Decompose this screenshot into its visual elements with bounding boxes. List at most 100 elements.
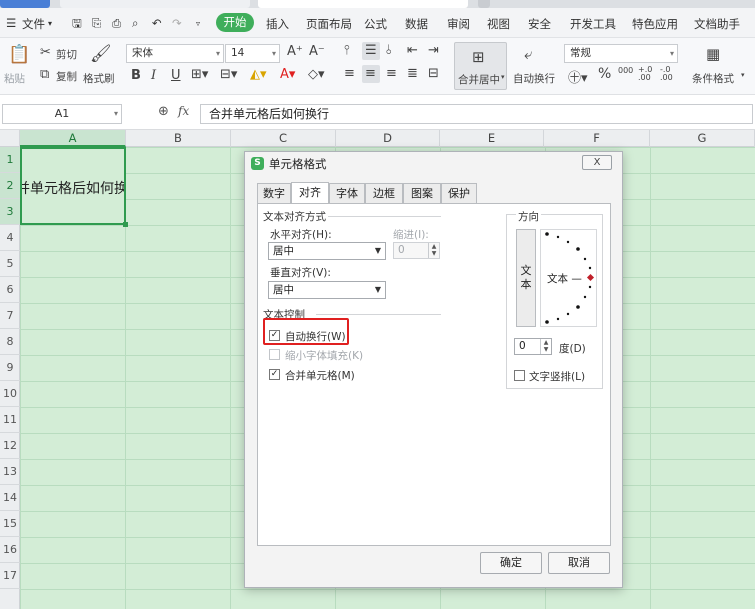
- merge-cells-label[interactable]: 合并单元格(M): [285, 368, 355, 383]
- tab-font[interactable]: 字体: [329, 183, 365, 203]
- quick-access-dropdown-icon[interactable]: ▿: [196, 19, 200, 28]
- column-header-a[interactable]: A: [20, 130, 126, 147]
- menu-page-layout[interactable]: 页面布局: [306, 16, 352, 32]
- column-header-c[interactable]: C: [231, 130, 336, 147]
- column-header-b[interactable]: B: [126, 130, 231, 147]
- window-tab-home[interactable]: [0, 0, 50, 8]
- underline-icon[interactable]: U: [171, 68, 181, 83]
- menu-data[interactable]: 数据: [405, 16, 428, 32]
- spinner-arrows-icon[interactable]: ▲ ▼: [540, 339, 551, 354]
- font-color-icon[interactable]: A▾: [280, 67, 295, 82]
- selected-merged-cell-a1[interactable]: 并单元格后如何换: [20, 147, 126, 225]
- tab-border[interactable]: 边框: [365, 183, 403, 203]
- tab-number[interactable]: 数字: [257, 183, 291, 203]
- menu-security[interactable]: 安全: [528, 16, 551, 32]
- row-header[interactable]: 15: [0, 511, 20, 537]
- conditional-format-button[interactable]: 条件格式: [692, 71, 734, 86]
- row-header[interactable]: 11: [0, 407, 20, 433]
- bold-icon[interactable]: B: [131, 68, 141, 83]
- menu-start[interactable]: 开始: [216, 13, 254, 32]
- menu-file[interactable]: 文件: [22, 16, 45, 32]
- column-header-e[interactable]: E: [440, 130, 544, 147]
- fill-color-icon[interactable]: ◭▾: [250, 67, 267, 82]
- row-header[interactable]: 17: [0, 563, 20, 589]
- row-header[interactable]: 13: [0, 459, 20, 485]
- column-header-g[interactable]: G: [650, 130, 755, 147]
- degrees-spinner[interactable]: 0 ▲ ▼: [514, 338, 552, 355]
- row-header[interactable]: 1: [0, 147, 20, 173]
- fx-icon[interactable]: fx: [178, 104, 189, 118]
- row-header[interactable]: 12: [0, 433, 20, 459]
- vertical-align-select[interactable]: 居中 ▼: [268, 281, 386, 299]
- print-preview-icon[interactable]: ⌕: [132, 16, 138, 31]
- conditional-format-icon[interactable]: ▦: [706, 45, 720, 63]
- increase-font-icon[interactable]: A⁺: [287, 44, 303, 59]
- scissors-icon[interactable]: ✂: [40, 45, 51, 60]
- merge-center-button[interactable]: ⊞ 合并居中 ▾: [454, 42, 507, 90]
- undo-icon[interactable]: ↶: [152, 16, 162, 30]
- menu-doc-assistant[interactable]: 文档助手: [694, 16, 740, 32]
- format-painter-button[interactable]: 格式刷: [83, 71, 115, 86]
- font-size-select[interactable]: 14 ▾: [225, 44, 280, 63]
- formula-input[interactable]: 合并单元格后如何换行: [200, 104, 753, 124]
- vertical-stack-label[interactable]: 文字竖排(L): [529, 369, 585, 384]
- dialog-close-button[interactable]: X: [582, 155, 612, 170]
- fill-handle[interactable]: [123, 222, 128, 227]
- align-middle-icon[interactable]: ☰: [365, 43, 377, 58]
- distributed-icon[interactable]: ⊟: [428, 66, 439, 81]
- print-icon[interactable]: ⎙: [112, 16, 121, 31]
- number-format-select[interactable]: 常规 ▾: [564, 44, 678, 63]
- menu-view[interactable]: 视图: [487, 16, 510, 32]
- ok-button[interactable]: 确定: [480, 552, 542, 574]
- name-box[interactable]: A1 ▾: [2, 104, 122, 124]
- cancel-button[interactable]: 取消: [548, 552, 610, 574]
- clear-format-icon[interactable]: ◇▾: [308, 67, 325, 82]
- copy-icon[interactable]: ⧉: [40, 67, 49, 82]
- new-tab-button[interactable]: [478, 0, 490, 8]
- currency-icon[interactable]: ㊉▾: [568, 67, 588, 86]
- chevron-down-icon[interactable]: ▾: [741, 71, 745, 79]
- cut-button[interactable]: 剪切: [56, 47, 77, 62]
- vertical-text-button[interactable]: 文本: [516, 229, 536, 327]
- merge-cells-checkbox[interactable]: ✓: [269, 369, 280, 380]
- column-header-f[interactable]: F: [544, 130, 650, 147]
- align-bottom-icon[interactable]: ⫰: [386, 43, 392, 58]
- menu-special-apps[interactable]: 特色应用: [632, 16, 678, 32]
- row-header[interactable]: 16: [0, 537, 20, 563]
- row-header[interactable]: 9: [0, 355, 20, 381]
- align-left-icon[interactable]: ≡: [344, 66, 355, 81]
- decrease-font-icon[interactable]: A⁻: [309, 44, 325, 59]
- copy-button[interactable]: 复制: [56, 69, 77, 84]
- justify-icon[interactable]: ≣: [407, 66, 418, 81]
- dialog-title-bar[interactable]: S 单元格格式 X: [245, 152, 622, 174]
- paste-icon[interactable]: 📋: [8, 44, 30, 65]
- tab-pattern[interactable]: 图案: [403, 183, 441, 203]
- column-header-d[interactable]: D: [336, 130, 440, 147]
- tab-alignment[interactable]: 对齐: [291, 182, 329, 204]
- percent-button[interactable]: %: [598, 66, 611, 82]
- horizontal-align-select[interactable]: 居中 ▼: [268, 242, 386, 260]
- window-tab-document-2[interactable]: [258, 0, 468, 8]
- menu-insert[interactable]: 插入: [266, 16, 289, 32]
- row-header[interactable]: 7: [0, 303, 20, 329]
- align-top-icon[interactable]: ⫯: [344, 43, 350, 58]
- redo-icon[interactable]: ↷: [172, 16, 182, 30]
- indent-increase-icon[interactable]: ⇥: [428, 43, 439, 58]
- italic-icon[interactable]: I: [151, 68, 156, 83]
- select-all-corner[interactable]: [0, 130, 20, 147]
- cell-style-icon[interactable]: ⊟▾: [220, 67, 237, 82]
- row-header[interactable]: 8: [0, 329, 20, 355]
- row-header[interactable]: 5: [0, 251, 20, 277]
- wrap-text-icon[interactable]: ⤶: [524, 45, 532, 63]
- export-icon[interactable]: ⎘: [92, 16, 101, 31]
- window-tab-document-1[interactable]: [60, 0, 250, 8]
- thousands-button[interactable]: 000: [618, 66, 633, 75]
- row-header[interactable]: 2: [0, 173, 20, 199]
- row-header[interactable]: 6: [0, 277, 20, 303]
- align-center-icon[interactable]: ≡: [365, 66, 376, 81]
- vertical-stack-checkbox[interactable]: [514, 370, 525, 381]
- border-icon[interactable]: ⊞▾: [191, 67, 208, 82]
- row-header[interactable]: 4: [0, 225, 20, 251]
- row-header[interactable]: 10: [0, 381, 20, 407]
- tab-protection[interactable]: 保护: [441, 183, 477, 203]
